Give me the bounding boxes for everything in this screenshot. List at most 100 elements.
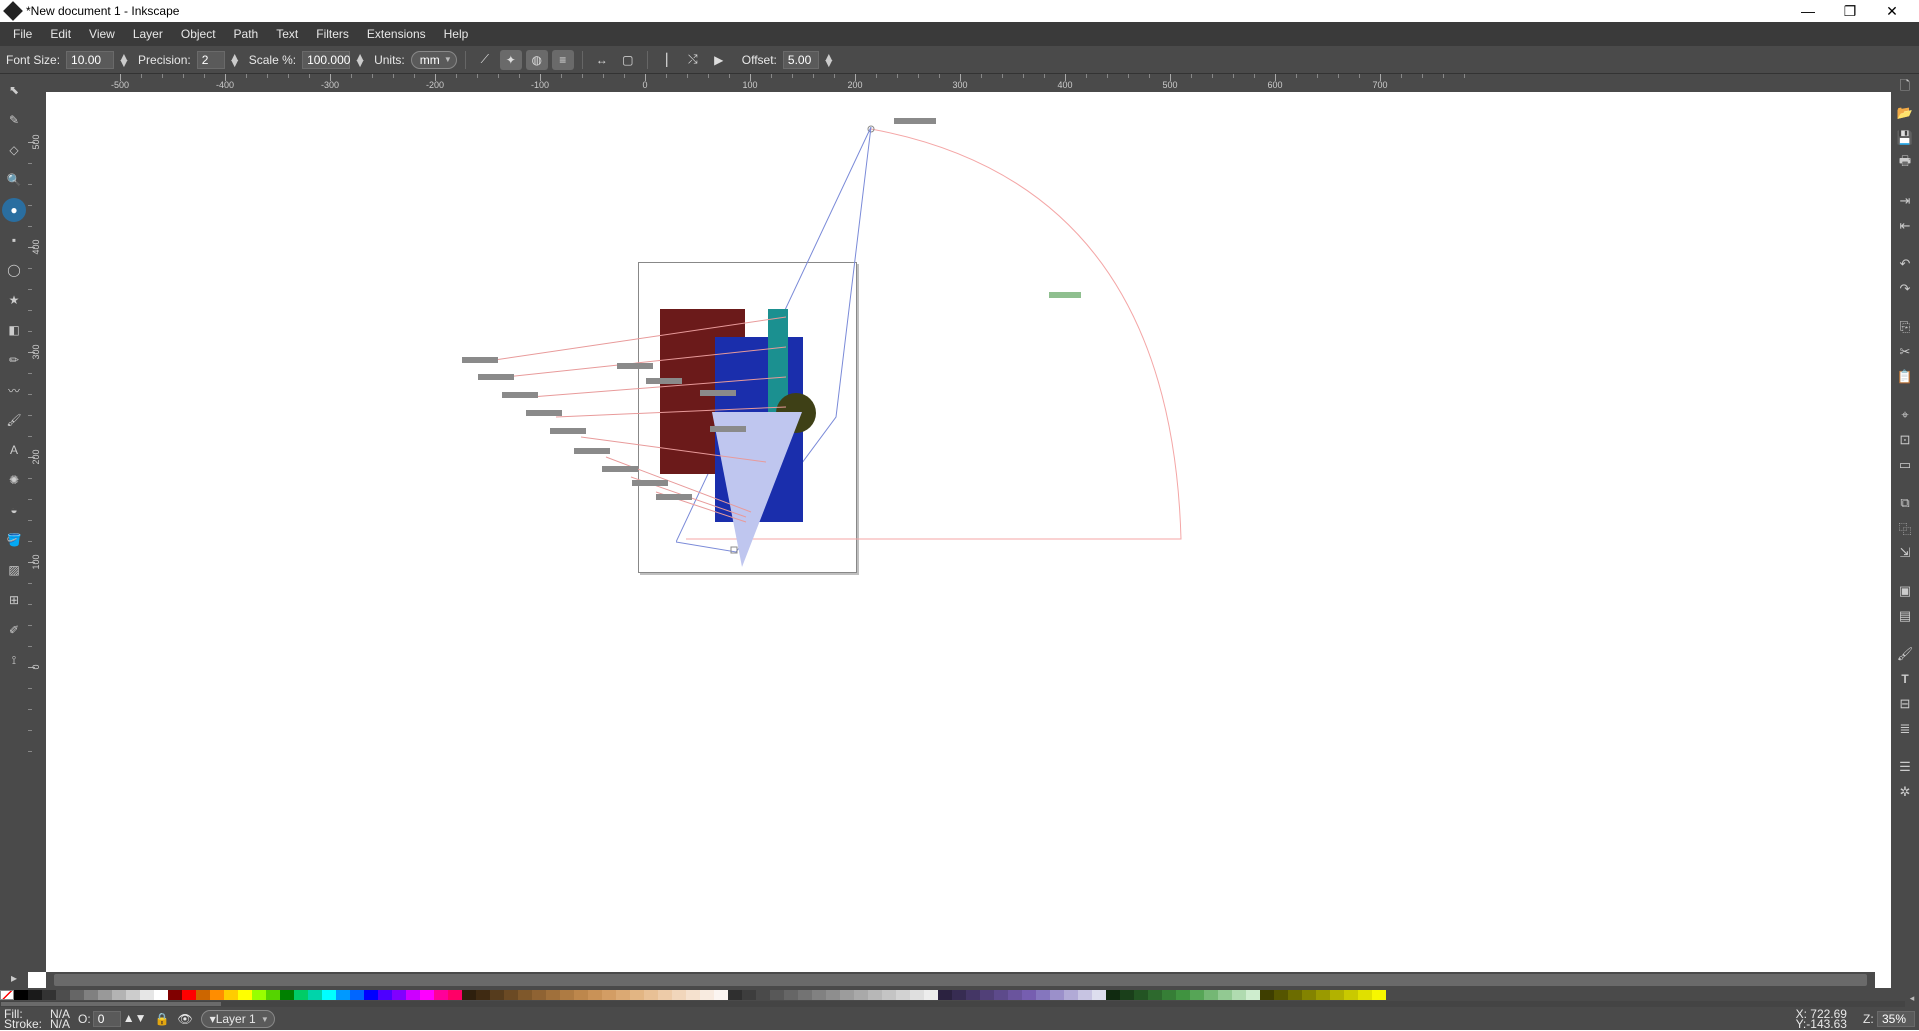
color-swatch[interactable] <box>770 990 784 1000</box>
color-swatch[interactable] <box>56 990 70 1000</box>
layers-dialog-button[interactable]: ≣ <box>1894 719 1916 739</box>
paste-button[interactable]: 📋 <box>1894 367 1916 387</box>
color-swatch[interactable] <box>518 990 532 1000</box>
color-swatch[interactable] <box>84 990 98 1000</box>
font-size-spinner[interactable]: ▲▼ <box>118 51 128 69</box>
text-tool[interactable]: A <box>2 438 26 462</box>
color-swatch[interactable] <box>350 990 364 1000</box>
zoom-tool[interactable]: 🔍 <box>2 168 26 192</box>
fill-stroke-button[interactable]: 🖌 <box>1894 644 1916 664</box>
calligraphy-tool[interactable]: 🖌 <box>2 408 26 432</box>
color-swatch[interactable] <box>616 990 630 1000</box>
phantom-button[interactable]: ▢ <box>617 50 639 70</box>
ungroup-button[interactable]: ▤ <box>1894 606 1916 626</box>
color-swatch[interactable] <box>252 990 266 1000</box>
color-swatch[interactable] <box>728 990 742 1000</box>
color-swatch[interactable] <box>154 990 168 1000</box>
color-swatch[interactable] <box>1036 990 1050 1000</box>
color-swatch[interactable] <box>504 990 518 1000</box>
star-tool[interactable]: ★ <box>2 288 26 312</box>
3dbox-tool[interactable]: ◧ <box>2 318 26 342</box>
offset-input[interactable]: 5.00 <box>783 51 819 69</box>
color-swatch[interactable] <box>924 990 938 1000</box>
close-button[interactable]: ✕ <box>1871 0 1913 22</box>
menu-help[interactable]: Help <box>435 24 478 44</box>
color-swatch[interactable] <box>210 990 224 1000</box>
menu-text[interactable]: Text <box>267 24 307 44</box>
export-button[interactable]: ⇤ <box>1894 216 1916 236</box>
color-swatch[interactable] <box>686 990 700 1000</box>
color-swatch[interactable] <box>364 990 378 1000</box>
box-tool[interactable]: ▪ <box>2 228 26 252</box>
color-swatch[interactable] <box>1218 990 1232 1000</box>
lock-icon[interactable]: 🔒 <box>154 1012 169 1026</box>
measure-segments-button[interactable]: ⟋ <box>474 50 496 70</box>
color-swatch[interactable] <box>126 990 140 1000</box>
color-swatch[interactable] <box>42 990 56 1000</box>
color-swatch[interactable] <box>168 990 182 1000</box>
color-swatch[interactable] <box>784 990 798 1000</box>
measure-all-layers-button[interactable]: ◍ <box>526 50 548 70</box>
horizontal-ruler[interactable]: -500-400-300-200-10001002003004005006007… <box>28 74 1891 92</box>
color-swatch[interactable] <box>896 990 910 1000</box>
color-swatch[interactable] <box>1078 990 1092 1000</box>
color-swatch[interactable] <box>238 990 252 1000</box>
color-swatch[interactable] <box>1162 990 1176 1000</box>
color-palette[interactable]: ◂ <box>0 988 1919 1008</box>
menu-extensions[interactable]: Extensions <box>358 24 435 44</box>
save-button[interactable]: 💾 <box>1894 128 1916 148</box>
color-swatch[interactable] <box>322 990 336 1000</box>
group-button[interactable]: ▣ <box>1894 581 1916 601</box>
color-swatch[interactable] <box>1372 990 1386 1000</box>
mark-dimension-button[interactable]: ▶ <box>708 50 730 70</box>
color-swatch[interactable] <box>574 990 588 1000</box>
menu-filters[interactable]: Filters <box>307 24 358 44</box>
menu-file[interactable]: File <box>4 24 41 44</box>
color-swatch[interactable] <box>1134 990 1148 1000</box>
color-swatch[interactable] <box>196 990 210 1000</box>
font-size-input[interactable]: 10.00 <box>66 51 114 69</box>
align-dialog-button[interactable]: ☰ <box>1894 757 1916 777</box>
color-swatch[interactable] <box>420 990 434 1000</box>
palette-chevron-icon[interactable]: ▸ <box>2 966 26 990</box>
pencil-tool[interactable]: ✏ <box>2 348 26 372</box>
color-swatch[interactable] <box>714 990 728 1000</box>
color-swatch[interactable] <box>28 990 42 1000</box>
zoom-fit-button[interactable]: ⌖ <box>1894 405 1916 425</box>
layer-dropdown[interactable]: ▾Layer 1 ▼ <box>201 1010 275 1028</box>
color-swatch[interactable] <box>1148 990 1162 1000</box>
color-swatch[interactable] <box>756 990 770 1000</box>
maximize-button[interactable]: ❐ <box>1829 0 1871 22</box>
connector-tool[interactable]: ⟟ <box>2 648 26 672</box>
eye-icon[interactable]: 👁 <box>177 1012 192 1026</box>
color-swatch[interactable] <box>182 990 196 1000</box>
cut-button[interactable]: ✂ <box>1894 342 1916 362</box>
color-swatch[interactable] <box>1344 990 1358 1000</box>
color-swatch[interactable] <box>952 990 966 1000</box>
color-swatch[interactable] <box>1120 990 1134 1000</box>
canvas[interactable] <box>46 92 1891 972</box>
color-swatch[interactable] <box>826 990 840 1000</box>
color-swatch[interactable] <box>1302 990 1316 1000</box>
duplicate-button[interactable]: ⧉ <box>1894 493 1916 513</box>
zoom-input[interactable]: 35% <box>1877 1011 1915 1027</box>
measure-hidden-button[interactable]: ≡ <box>552 50 574 70</box>
color-swatch[interactable] <box>434 990 448 1000</box>
precision-input[interactable]: 2 <box>197 51 225 69</box>
import-button[interactable]: ⇥ <box>1894 191 1916 211</box>
color-swatch[interactable] <box>476 990 490 1000</box>
color-swatch[interactable] <box>840 990 854 1000</box>
color-swatch[interactable] <box>1358 990 1372 1000</box>
spray-tool[interactable]: ✺ <box>2 468 26 492</box>
color-swatch[interactable] <box>70 990 84 1000</box>
color-swatch[interactable] <box>378 990 392 1000</box>
color-swatch[interactable] <box>1092 990 1106 1000</box>
new-document-button[interactable]: 🗋 <box>1894 78 1916 98</box>
vertical-ruler[interactable]: 5004003002001000 <box>28 92 46 972</box>
color-swatch[interactable] <box>966 990 980 1000</box>
to-item-button[interactable]: ⤭ <box>682 50 704 70</box>
color-swatch[interactable] <box>0 990 14 1000</box>
opacity-spinner[interactable]: ▲▼ <box>123 1011 147 1027</box>
menu-layer[interactable]: Layer <box>124 24 172 44</box>
color-swatch[interactable] <box>700 990 714 1000</box>
